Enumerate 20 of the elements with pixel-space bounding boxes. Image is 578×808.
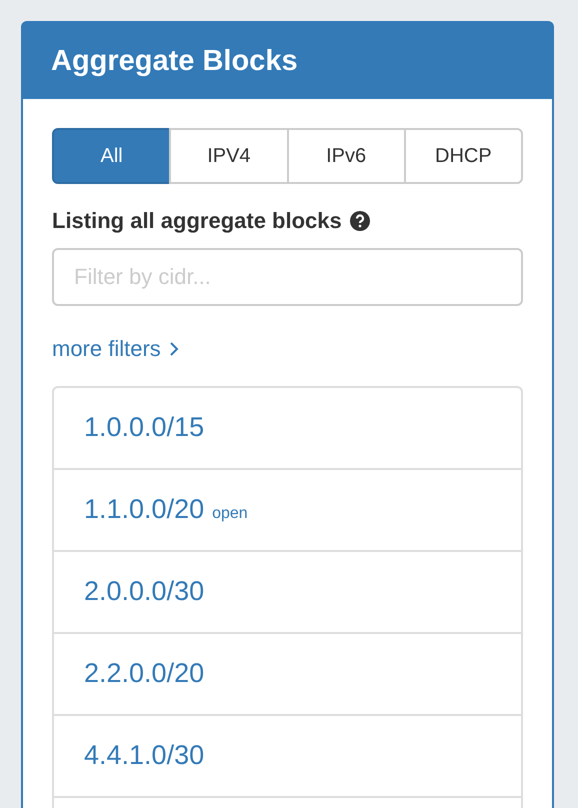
listing-label: Listing all aggregate blocks [52, 208, 342, 234]
filter-tab[interactable]: DHCP [404, 128, 523, 184]
block-list-item[interactable]: 1.0.0.0/15 [54, 388, 521, 470]
block-list-item[interactable]: 4.4.1.0/30 [54, 716, 521, 798]
cidr-text: 2.0.0.0/30 [84, 576, 204, 607]
help-icon[interactable] [350, 211, 370, 231]
more-filters-link[interactable]: more filters [52, 336, 179, 362]
panel-title: Aggregate Blocks [51, 44, 298, 78]
cidr-text: 1.1.0.0/20 [84, 494, 204, 525]
filter-tab[interactable]: IPV4 [169, 128, 288, 184]
status-text: open [212, 505, 248, 523]
block-list-item[interactable]: 2.2.0.0/20 [54, 634, 521, 716]
block-list-item[interactable]: 2.0.0.0/30 [54, 552, 521, 634]
filter-tab[interactable]: IPv6 [286, 128, 406, 184]
cidr-text: 2.2.0.0/20 [84, 658, 204, 689]
cidr-text: 1.0.0.0/15 [84, 412, 204, 443]
block-list-item[interactable]: 1.1.0.0/20 open [54, 470, 521, 552]
filter-tab[interactable]: All [52, 128, 172, 184]
chevron-right-icon [168, 341, 179, 357]
cidr-text: 4.4.1.0/30 [84, 740, 204, 771]
